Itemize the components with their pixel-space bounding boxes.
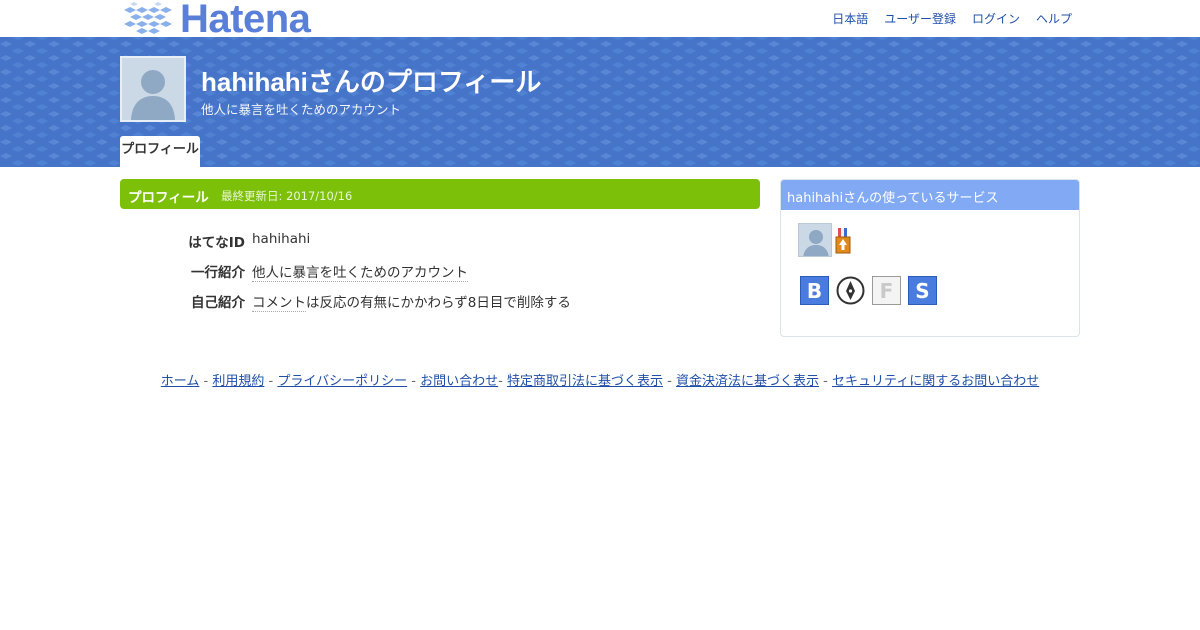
row-value: コメントは反応の有無にかかわらず8日目で削除する xyxy=(252,295,571,312)
footer-link-terms[interactable]: 利用規約 xyxy=(212,374,264,389)
row-label: はてなID xyxy=(188,235,245,251)
star-icon[interactable]: S xyxy=(908,276,937,305)
bookmark-icon[interactable]: B xyxy=(800,276,829,305)
footer-link-home[interactable]: ホーム xyxy=(161,374,200,389)
fotolife-icon[interactable]: F xyxy=(872,276,901,305)
services-title: hahihahiさんの使っているサービス xyxy=(787,191,999,206)
nav-register[interactable]: ユーザー登録 xyxy=(884,10,956,27)
row-value: hahihahi xyxy=(252,231,311,247)
last-updated: 最終更新日: 2017/10/16 xyxy=(221,189,353,203)
nav-help[interactable]: ヘルプ xyxy=(1036,10,1072,27)
page-title: hahihahiさんのプロフィール xyxy=(201,67,542,97)
comment-keyword-link[interactable]: コメント xyxy=(252,295,306,312)
footer: ホーム - 利用規約 - プライバシーポリシー - お問い合わせ- 特定商取引法… xyxy=(160,374,1040,389)
profile-row-bio: 自己紹介 コメントは反応の有無にかかわらず8日目で削除する xyxy=(120,289,760,312)
svg-text:B: B xyxy=(807,279,822,303)
row-label: 自己紹介 xyxy=(191,295,245,311)
top-bar: Hatena 日本語 ユーザー登録 ログイン ヘルプ xyxy=(0,0,1200,41)
profile-section-title: プロフィール xyxy=(128,190,209,206)
services-avatar[interactable] xyxy=(798,223,832,257)
row-label: 一行紹介 xyxy=(191,265,245,281)
footer-link-contact[interactable]: お問い合わせ xyxy=(420,374,498,389)
page-subtitle: 他人に暴言を吐くためのアカウント xyxy=(201,102,402,117)
tab-profile[interactable]: プロフィール xyxy=(120,136,200,167)
profile-section-header: プロフィール 最終更新日: 2017/10/16 xyxy=(120,179,760,209)
nav-login[interactable]: ログイン xyxy=(972,10,1020,27)
svg-text:F: F xyxy=(880,279,894,303)
services-header: hahihahiさんの使っているサービス xyxy=(781,180,1079,210)
footer-link-privacy[interactable]: プライバシーポリシー xyxy=(277,374,407,389)
avatar[interactable] xyxy=(120,56,186,122)
footer-link-security-contact[interactable]: セキュリティに関するお問い合わせ xyxy=(832,374,1039,389)
logo-text: Hatena xyxy=(180,0,311,41)
medal-icon[interactable] xyxy=(835,228,851,254)
profile-row-id: はてなID hahihahi xyxy=(120,229,760,251)
nav-language[interactable]: 日本語 xyxy=(832,10,868,27)
services-panel: hahihahiさんの使っているサービス B F S xyxy=(780,179,1080,337)
blog-pen-icon[interactable] xyxy=(836,276,865,305)
footer-link-commerce-act[interactable]: 特定商取引法に基づく表示 xyxy=(507,374,663,389)
svg-text:S: S xyxy=(915,279,929,303)
default-avatar-icon xyxy=(799,224,831,256)
default-avatar-icon xyxy=(122,58,184,120)
hatena-logo[interactable]: Hatena xyxy=(120,0,340,41)
profile-header: hahihahiさんのプロフィール 他人に暴言を吐くためのアカウント プロフィー… xyxy=(0,37,1200,167)
top-nav: 日本語 ユーザー登録 ログイン ヘルプ xyxy=(832,10,1072,27)
row-value: 他人に暴言を吐くためのアカウント xyxy=(252,265,468,282)
profile-row-tagline: 一行紹介 他人に暴言を吐くためのアカウント xyxy=(120,259,760,282)
footer-link-payment-act[interactable]: 資金決済法に基づく表示 xyxy=(676,374,819,389)
logo-pattern-icon xyxy=(124,2,172,34)
